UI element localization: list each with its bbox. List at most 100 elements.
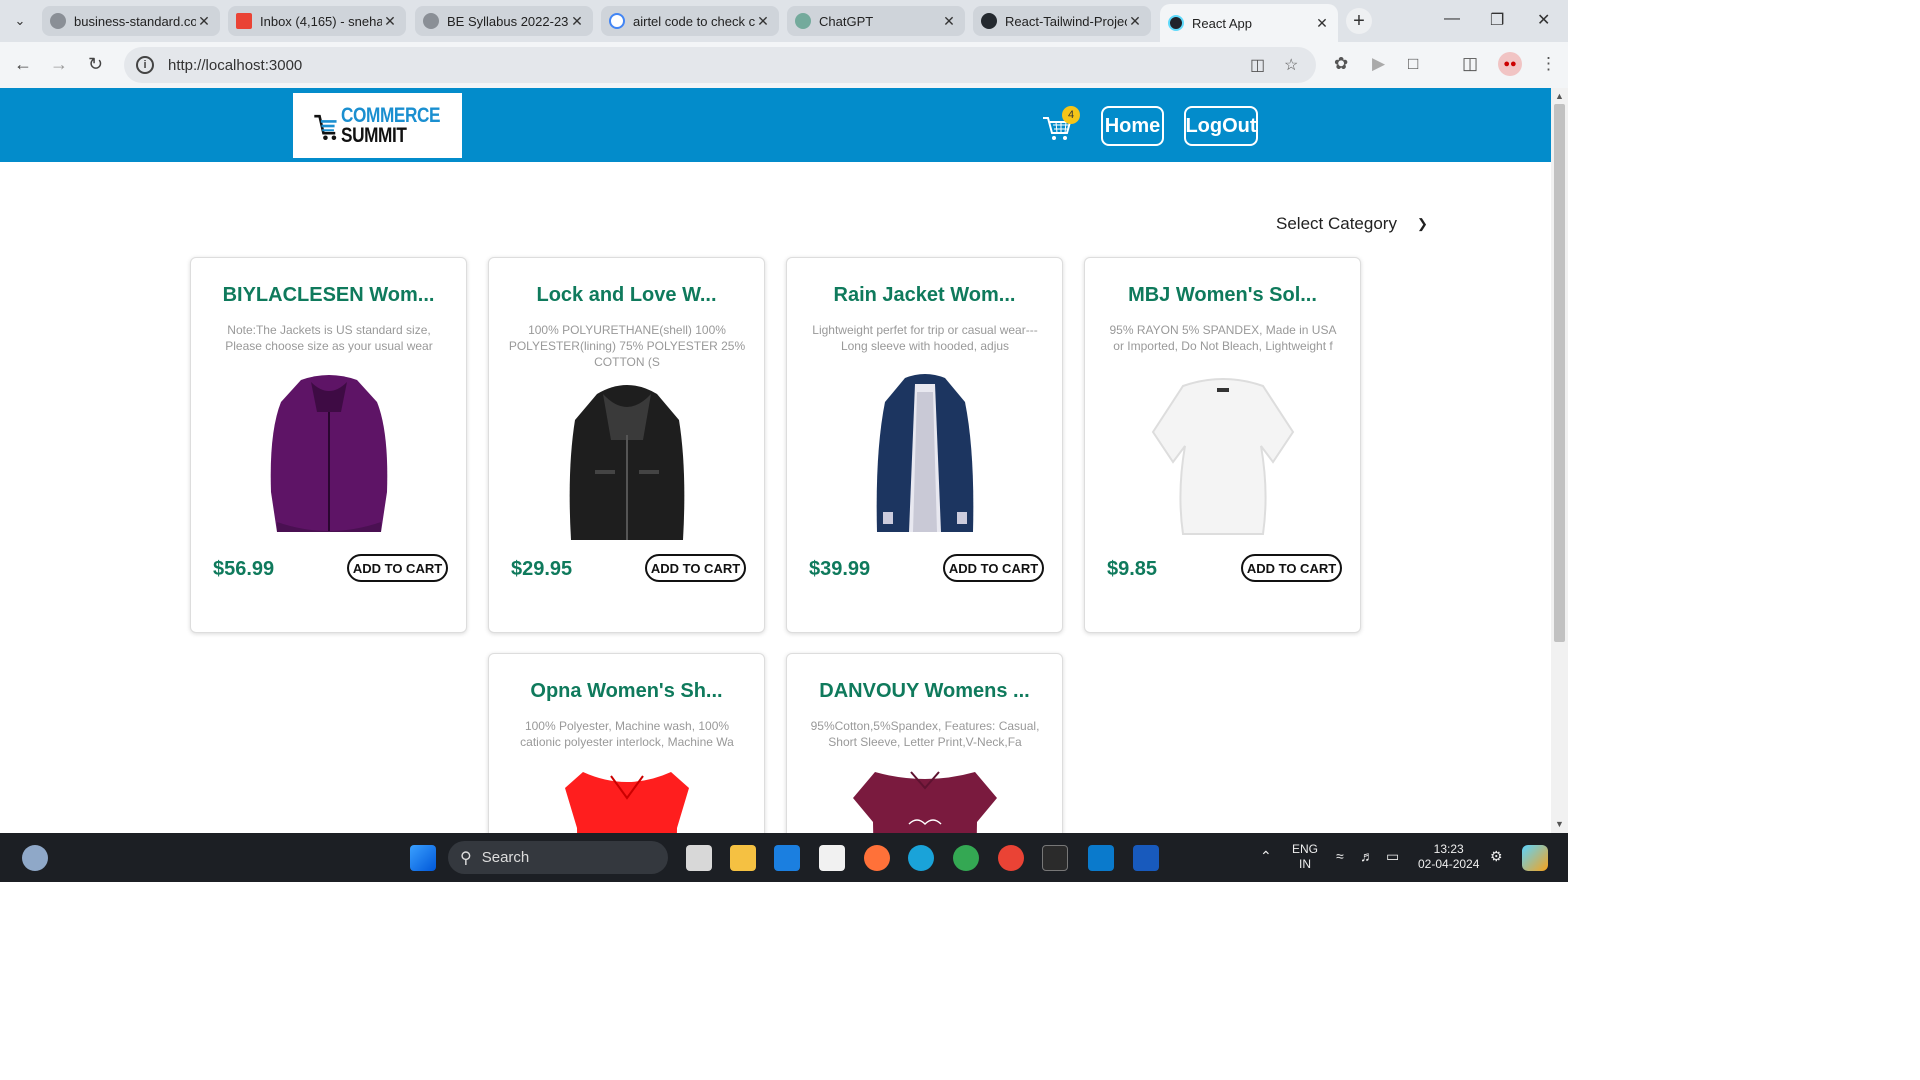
browser-tab[interactable]: BE Syllabus 2022-23. ✕ (415, 6, 593, 36)
url-text[interactable]: http://localhost:3000 (168, 57, 302, 74)
logo-text-line2: SUMMIT (341, 123, 407, 147)
back-icon[interactable]: ← (14, 54, 32, 75)
chrome-profile-icon[interactable] (998, 845, 1024, 871)
forward-icon[interactable]: → (50, 54, 68, 75)
browser-tab[interactable]: business-standard.co ✕ (42, 6, 220, 36)
product-image-maroon-tee (853, 771, 997, 833)
close-icon[interactable]: ✕ (569, 13, 585, 30)
install-app-icon[interactable]: ◫ (1250, 55, 1265, 75)
clock[interactable]: 13:23 02-04-2024 (1418, 842, 1479, 872)
profile-avatar[interactable]: ●● (1498, 52, 1522, 76)
close-icon[interactable]: ✕ (196, 13, 212, 30)
product-title[interactable]: Rain Jacket Wom... (787, 284, 1062, 307)
copilot-icon[interactable] (1522, 845, 1548, 871)
close-icon[interactable]: ✕ (755, 13, 771, 30)
mail-icon[interactable] (774, 845, 800, 871)
tab-title: React App (1192, 15, 1252, 31)
new-tab-button[interactable]: + (1346, 8, 1372, 34)
browser-tab[interactable]: ChatGPT ✕ (787, 6, 965, 36)
page-scrollbar[interactable]: ▲ ▼ (1551, 88, 1568, 833)
site-info-icon[interactable]: i (136, 56, 154, 74)
wifi-icon[interactable]: ≈ (1336, 848, 1344, 864)
scroll-down-icon[interactable]: ▼ (1555, 819, 1564, 829)
logo-text-line1: COMMERCE (341, 103, 441, 127)
product-image-white-top (1151, 378, 1295, 535)
browser-toolbar: ← → ↻ i http://localhost:3000 ◫ ☆ ✿ ▶ □ … (0, 42, 1568, 88)
product-description: 100% POLYURETHANE(shell) 100% POLYESTER(… (508, 323, 746, 369)
close-icon[interactable]: ✕ (941, 13, 957, 30)
extension-bug-icon[interactable]: ✿ (1334, 54, 1348, 74)
product-description: 95% RAYON 5% SPANDEX, Made in USA or Imp… (1109, 323, 1337, 353)
firefox-icon[interactable] (864, 845, 890, 871)
volume-icon[interactable]: ♬ (1360, 848, 1374, 864)
side-panel-icon[interactable]: ◫ (1462, 54, 1478, 74)
notification-icon[interactable]: ⚙ (1490, 848, 1503, 865)
cart-button[interactable]: 4 (1042, 106, 1080, 140)
windows-start-icon[interactable] (410, 845, 436, 871)
home-button[interactable]: Home (1101, 106, 1164, 146)
site-logo[interactable]: COMMERCE SUMMIT (293, 93, 462, 158)
language-indicator[interactable]: ENG IN (1292, 842, 1318, 872)
taskbar-search[interactable]: ⚲ Search (448, 841, 668, 874)
tray-chevron-icon[interactable]: ⌃ (1260, 848, 1272, 865)
word-icon[interactable] (1133, 845, 1159, 871)
logout-button[interactable]: LogOut (1184, 106, 1258, 146)
globe-icon (50, 13, 66, 29)
browser-tab[interactable]: React-Tailwind-Projec ✕ (973, 6, 1151, 36)
product-image-red-shirt (565, 772, 689, 833)
close-icon[interactable]: ✕ (1314, 15, 1330, 32)
minimize-icon[interactable]: — (1444, 10, 1460, 28)
weather-icon[interactable] (22, 845, 48, 871)
add-to-cart-button[interactable]: ADD TO CART (645, 554, 746, 582)
product-image-purple-jacket (270, 375, 388, 532)
github-icon (981, 13, 997, 29)
add-to-cart-button[interactable]: ADD TO CART (1241, 554, 1342, 582)
product-card: Lock and Love W... 100% POLYURETHANE(she… (488, 257, 765, 633)
site-header: COMMERCE SUMMIT 4 Home LogOut (0, 88, 1551, 162)
store-icon[interactable] (819, 845, 845, 871)
tab-title: Inbox (4,165) - sneha (260, 13, 382, 29)
battery-icon[interactable]: ▭ (1386, 848, 1399, 865)
task-view-icon[interactable] (686, 845, 712, 871)
edge-icon[interactable] (908, 845, 934, 871)
tab-search-icon[interactable]: ⌄ (8, 10, 32, 32)
product-card: MBJ Women's Sol... 95% RAYON 5% SPANDEX,… (1084, 257, 1361, 633)
restore-icon[interactable]: ❐ (1490, 10, 1504, 30)
category-select[interactable]: Select Category ❯ (1276, 214, 1428, 234)
product-title[interactable]: MBJ Women's Sol... (1085, 284, 1360, 307)
search-icon: ⚲ (460, 849, 472, 867)
menu-kebab-icon[interactable]: ⋮ (1540, 54, 1557, 74)
reload-icon[interactable]: ↻ (88, 54, 103, 75)
windows-taskbar: ⚲ Search ⌃ ENG IN ≈ ♬ ▭ 13:23 02-04-2024… (0, 833, 1568, 882)
product-title[interactable]: Opna Women's Sh... (489, 680, 764, 703)
scroll-up-icon[interactable]: ▲ (1555, 91, 1564, 101)
scrollbar-thumb[interactable] (1554, 104, 1565, 642)
browser-tab-active[interactable]: React App ✕ (1160, 4, 1338, 42)
browser-tab[interactable]: Inbox (4,165) - sneha ✕ (228, 6, 406, 36)
window-close-icon[interactable]: ✕ (1537, 10, 1550, 30)
tab-title: BE Syllabus 2022-23. (447, 13, 569, 29)
category-select-label: Select Category (1276, 214, 1397, 233)
taskbar-search-label: Search (481, 849, 530, 866)
terminal-icon[interactable] (1042, 845, 1068, 871)
product-description: Lightweight perfet for trip or casual we… (812, 323, 1038, 353)
chrome-icon[interactable] (953, 845, 979, 871)
product-title[interactable]: DANVOUY Womens ... (787, 680, 1062, 703)
bookmark-star-icon[interactable]: ☆ (1284, 55, 1298, 75)
extension-icon[interactable]: ▶ (1372, 54, 1385, 74)
file-explorer-icon[interactable] (730, 845, 756, 871)
product-title[interactable]: Lock and Love W... (489, 284, 764, 307)
vscode-icon[interactable] (1088, 845, 1114, 871)
add-to-cart-button[interactable]: ADD TO CART (347, 554, 448, 582)
browser-tab[interactable]: airtel code to check c ✕ (601, 6, 779, 36)
extensions-puzzle-icon[interactable]: □ (1408, 54, 1418, 74)
cart-count-badge: 4 (1062, 106, 1080, 124)
close-icon[interactable]: ✕ (1127, 13, 1143, 30)
address-bar[interactable]: i http://localhost:3000 (124, 47, 1316, 83)
product-price: $56.99 (213, 558, 275, 580)
product-title[interactable]: BIYLACLESEN Wom... (191, 284, 466, 307)
tab-title: business-standard.co (74, 13, 196, 29)
language-code: ENG (1292, 842, 1319, 856)
add-to-cart-button[interactable]: ADD TO CART (943, 554, 1044, 582)
close-icon[interactable]: ✕ (382, 13, 398, 30)
